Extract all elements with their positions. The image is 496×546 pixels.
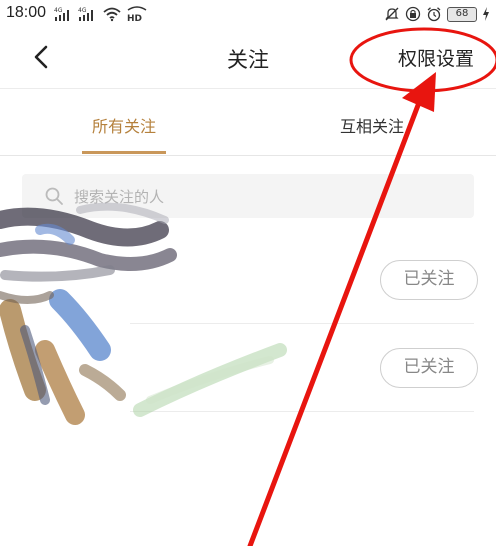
signal-4g-icon: 4G bbox=[78, 7, 93, 21]
lock-icon bbox=[405, 6, 421, 22]
status-time: 18:00 bbox=[6, 4, 47, 21]
battery-icon: 68 bbox=[447, 6, 477, 22]
list-item[interactable]: 已关注 bbox=[0, 236, 496, 324]
mute-icon bbox=[385, 7, 399, 21]
charging-icon bbox=[483, 7, 489, 21]
svg-text:HD: HD bbox=[127, 14, 142, 22]
search-icon bbox=[42, 184, 66, 208]
hd-icon: HD bbox=[127, 6, 147, 22]
tab-mutual-following[interactable]: 互相关注 bbox=[340, 113, 404, 137]
list-divider bbox=[130, 411, 474, 412]
wifi-icon bbox=[103, 7, 121, 22]
search-input[interactable]: 搜索关注的人 bbox=[22, 174, 474, 218]
signal-4g-icon: 4G bbox=[54, 7, 69, 21]
tab-all-following[interactable]: 所有关注 bbox=[92, 113, 156, 137]
tabs: 所有关注 互相关注 bbox=[0, 89, 496, 155]
tab-active-indicator bbox=[82, 151, 166, 154]
following-list: 已关注 已关注 bbox=[0, 236, 496, 412]
followed-button[interactable]: 已关注 bbox=[380, 348, 478, 388]
header: 关注 权限设置 bbox=[0, 28, 496, 88]
status-left-icons: 4G 4G HD bbox=[54, 3, 148, 25]
alarm-icon bbox=[427, 7, 441, 22]
status-right-icons: 68 bbox=[384, 3, 490, 25]
follow-page: 18:00 4G 4G HD 68 关注 权限设置 所有关注 互相关注 搜索关注… bbox=[0, 0, 496, 546]
svg-text:4G: 4G bbox=[54, 7, 63, 14]
status-bar: 18:00 4G 4G HD 68 bbox=[0, 0, 496, 28]
list-item[interactable]: 已关注 bbox=[0, 324, 496, 412]
tabs-divider bbox=[0, 155, 496, 156]
search-placeholder: 搜索关注的人 bbox=[74, 187, 165, 206]
svg-text:4G: 4G bbox=[78, 7, 87, 14]
followed-button[interactable]: 已关注 bbox=[380, 260, 478, 300]
permission-settings-button[interactable]: 权限设置 bbox=[398, 44, 474, 71]
